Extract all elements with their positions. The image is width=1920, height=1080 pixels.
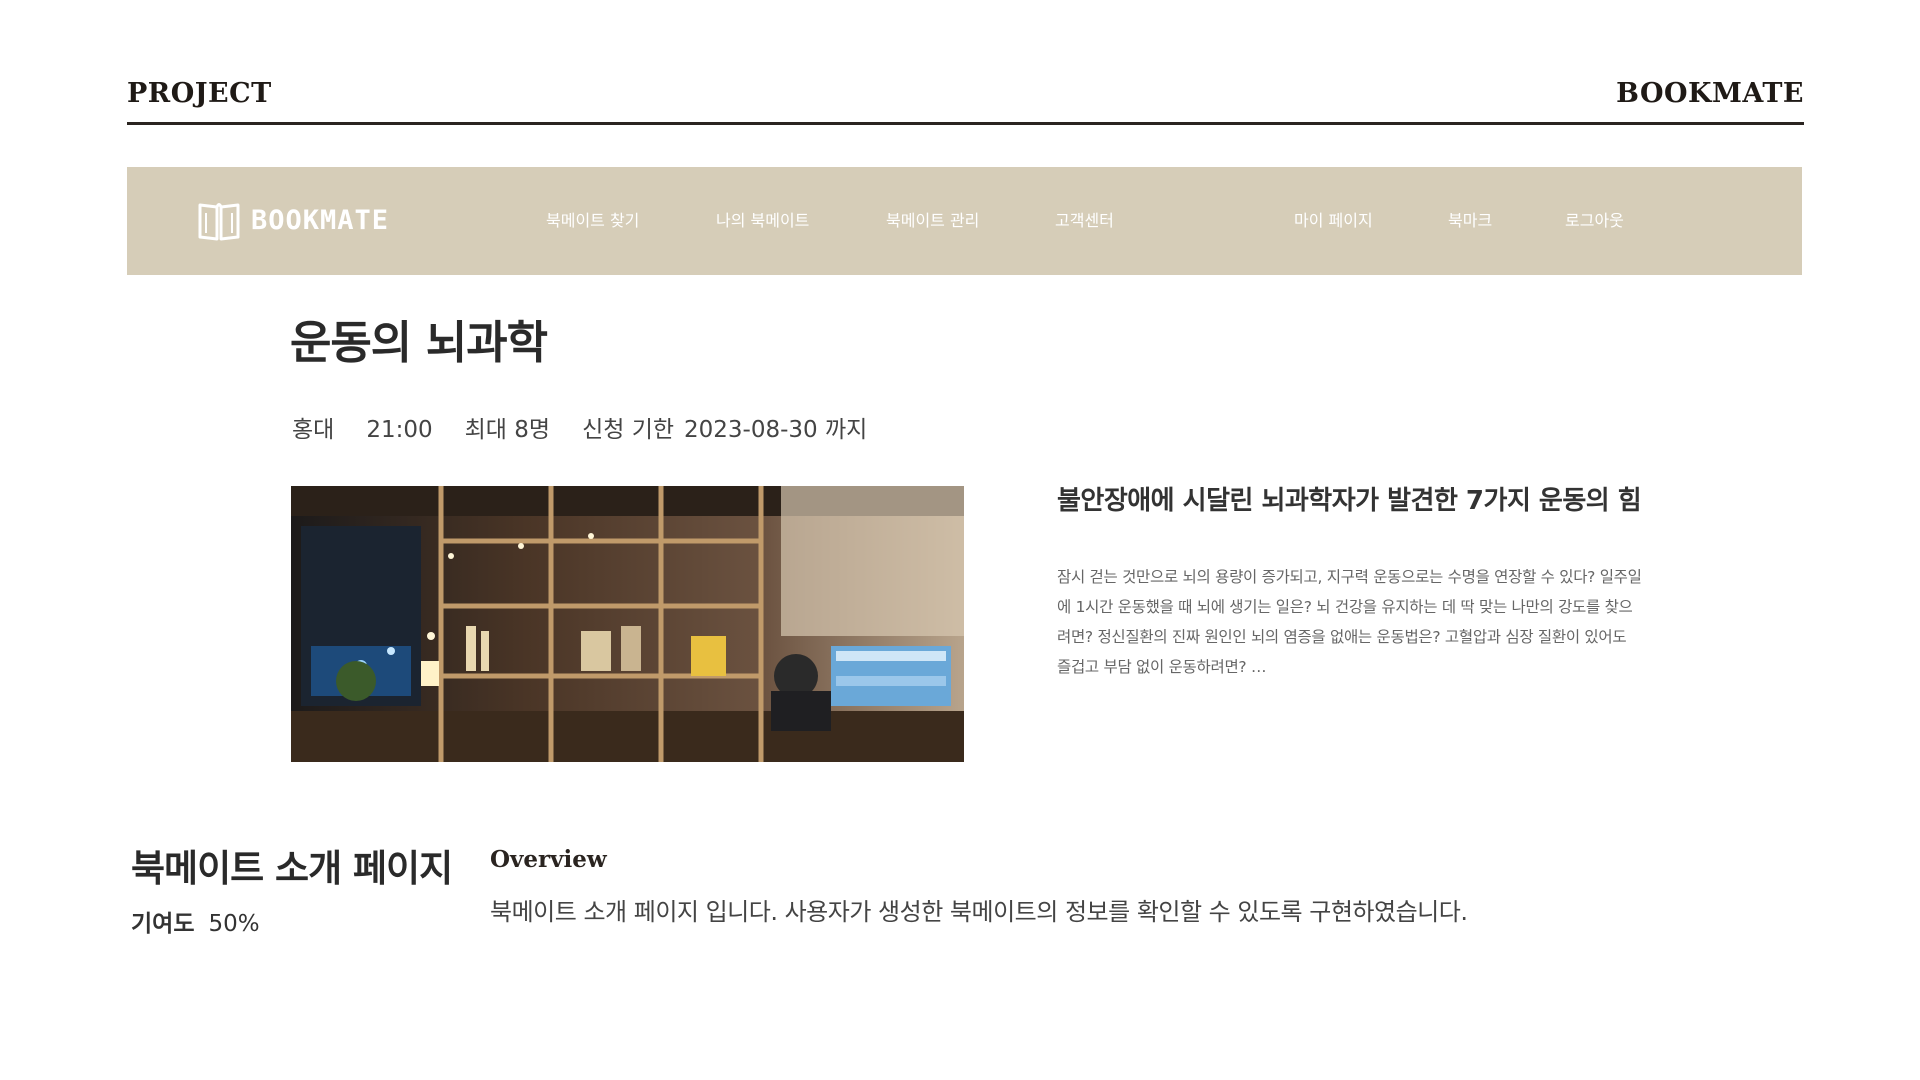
nav-manage-bookmate[interactable]: 북메이트 관리 (886, 207, 979, 231)
contribution-value: 50% (208, 911, 260, 937)
frame-project-label: PROJECT (127, 78, 272, 109)
bookstore-photo (291, 486, 964, 762)
frame-bookmate-label: BOOKMATE (1616, 78, 1804, 109)
overview-heading: Overview (490, 846, 607, 873)
meta-info: 홍대 21:00 최대 8명 신청 기한 2023-08-30 까지 (292, 410, 899, 444)
navbar: BOOKMATE 북메이트 찾기 나의 북메이트 북메이트 관리 고객센터 마이… (127, 167, 1802, 275)
location: 홍대 (292, 417, 335, 443)
overview-text: 북메이트 소개 페이지 입니다. 사용자가 생성한 북메이트의 정보를 확인할 … (490, 898, 1468, 926)
frame-header: PROJECT BOOKMATE (127, 72, 1804, 125)
nav-find-bookmate[interactable]: 북메이트 찾기 (546, 207, 639, 231)
capacity: 최대 8명 (464, 417, 551, 443)
nav-my-page[interactable]: 마이 페이지 (1294, 207, 1373, 231)
book-icon (198, 203, 240, 241)
article-description: 잠시 걷는 것만으로 뇌의 용량이 증가되고, 지구력 운동으로는 수명을 연장… (1057, 568, 1642, 676)
contribution: 기여도 50% (131, 904, 260, 938)
page-title: 운동의 뇌과학 (290, 316, 548, 369)
nav-logout[interactable]: 로그아웃 (1565, 207, 1624, 231)
deadline-date: 2023-08-30 까지 (684, 417, 868, 443)
nav-customer-center[interactable]: 고객센터 (1055, 207, 1114, 231)
intro-title: 북메이트 소개 페이지 (131, 847, 453, 890)
time: 21:00 (366, 417, 433, 443)
nav-my-bookmate[interactable]: 나의 북메이트 (716, 207, 809, 231)
logo[interactable]: BOOKMATE (197, 197, 389, 243)
article-title: 불안장애에 시달린 뇌과학자가 발견한 7가지 운동의 힘 (1057, 486, 1642, 516)
contribution-label: 기여도 (131, 911, 195, 937)
logo-text: BOOKMATE (251, 204, 390, 236)
nav-bookmark[interactable]: 북마크 (1448, 207, 1492, 231)
deadline-label: 신청 기한 (582, 417, 675, 443)
